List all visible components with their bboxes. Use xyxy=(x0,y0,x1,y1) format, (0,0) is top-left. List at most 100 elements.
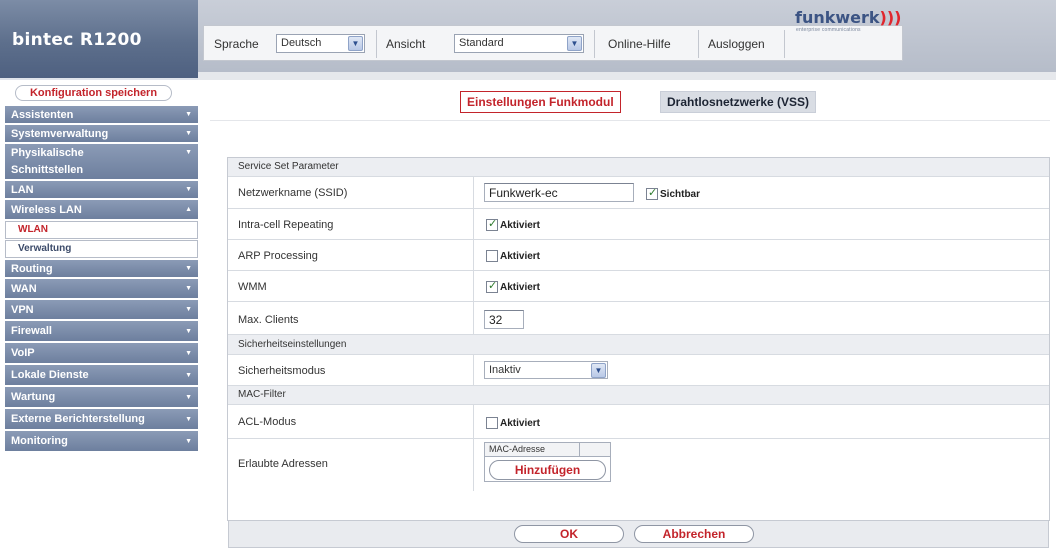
acl-mode-checkbox-label: Aktiviert xyxy=(500,418,541,429)
visible-checkbox-label: Sichtbar xyxy=(660,189,701,200)
section-header-mac: MAC-Filter xyxy=(228,386,1049,405)
view-select[interactable]: Standard ▼ xyxy=(454,34,584,53)
sidebar-item-firewall[interactable]: Firewall ▼ xyxy=(5,321,198,342)
max-clients-input[interactable]: 32 xyxy=(484,310,524,329)
allowed-addresses-label: Erlaubte Adressen xyxy=(238,458,328,470)
add-mac-address-button[interactable]: Hinzufügen xyxy=(489,460,606,480)
sidebar-item-vpn[interactable]: VPN ▼ xyxy=(5,300,198,320)
row-arp: ARP Processing Aktiviert xyxy=(228,240,1049,271)
sidebar-item-lan[interactable]: LAN ▼ xyxy=(5,181,198,199)
logout-link[interactable]: Ausloggen xyxy=(708,37,765,51)
toolbar-separator xyxy=(376,30,377,58)
sidebar-item-label: Routing xyxy=(11,263,53,275)
acl-mode-label: ACL-Modus xyxy=(238,416,297,428)
column-divider xyxy=(473,240,474,270)
row-ssid: Netzwerkname (SSID) Funkwerk-ec Sichtbar xyxy=(228,177,1049,209)
ssid-input[interactable]: Funkwerk-ec xyxy=(484,183,634,202)
sidebar-item-voip[interactable]: VoIP ▼ xyxy=(5,343,198,364)
tab-drahtlosnetzwerke[interactable]: Drahtlosnetzwerke (VSS) xyxy=(660,91,817,113)
sidebar-subitem-verwaltung[interactable]: Verwaltung xyxy=(5,240,198,258)
chevron-down-icon: ▼ xyxy=(185,328,192,335)
chevron-down-icon: ▼ xyxy=(185,285,192,292)
chevron-down-icon: ▼ xyxy=(185,149,192,156)
sidebar-item-label: Firewall xyxy=(11,325,52,337)
column-divider xyxy=(473,355,474,385)
funkwerk-logo: funkwerk))) xyxy=(795,8,901,27)
row-allowed-addresses: Erlaubte Adressen MAC-Adresse Hinzufügen xyxy=(228,439,1049,491)
mac-address-column-spacer xyxy=(580,443,610,457)
max-clients-label: Max. Clients xyxy=(238,314,299,326)
column-divider xyxy=(473,302,474,334)
sidebar-item-label: Lokale Dienste xyxy=(11,369,89,381)
intra-cell-label: Intra-cell Repeating xyxy=(238,219,334,231)
chevron-down-icon: ▼ xyxy=(185,265,192,272)
column-divider xyxy=(473,271,474,301)
intra-cell-checkbox-label: Aktiviert xyxy=(500,220,541,231)
arp-checkbox-label: Aktiviert xyxy=(500,251,541,262)
wmm-checkbox[interactable] xyxy=(486,279,498,293)
mac-address-table: MAC-Adresse Hinzufügen xyxy=(484,442,611,482)
sidebar-item-externe-berichterstellung[interactable]: Externe Berichterstellung ▼ xyxy=(5,409,198,430)
app-title: bintec R1200 xyxy=(12,30,142,50)
sidebar-item-label: Externe Berichterstellung xyxy=(11,413,145,425)
security-mode-select[interactable]: Inaktiv ▼ xyxy=(484,361,608,379)
row-security-mode: Sicherheitsmodus Inaktiv ▼ xyxy=(228,355,1049,386)
sidebar-item-label: Wireless LAN xyxy=(11,204,82,216)
row-max-clients: Max. Clients 32 xyxy=(228,302,1049,335)
column-divider xyxy=(473,439,474,491)
online-help-link[interactable]: Online-Hilfe xyxy=(608,37,671,51)
chevron-down-icon: ▼ xyxy=(185,350,192,357)
view-label: Ansicht xyxy=(386,37,426,51)
sidebar-item-lokale-dienste[interactable]: Lokale Dienste ▼ xyxy=(5,365,198,386)
chevron-down-icon: ▼ xyxy=(567,36,582,51)
chevron-down-icon: ▼ xyxy=(185,372,192,379)
row-acl-mode: ACL-Modus Aktiviert xyxy=(228,405,1049,439)
language-label: Sprache xyxy=(214,37,259,51)
brand-panel: bintec R1200 xyxy=(0,0,198,78)
sidebar: Konfiguration speichern Assistenten ▼ Sy… xyxy=(0,80,198,550)
header-stripe xyxy=(198,72,1056,80)
chevron-down-icon: ▼ xyxy=(185,130,192,137)
sidebar-item-routing[interactable]: Routing ▼ xyxy=(5,260,198,278)
visible-checkbox[interactable] xyxy=(646,186,658,200)
column-divider xyxy=(473,209,474,239)
arp-checkbox[interactable] xyxy=(486,250,498,262)
row-wmm: WMM Aktiviert xyxy=(228,271,1049,302)
column-divider xyxy=(473,405,474,438)
sidebar-item-label: VoIP xyxy=(11,347,35,359)
wmm-checkbox-label: Aktiviert xyxy=(500,282,541,293)
content-divider xyxy=(210,120,1050,121)
chevron-down-icon: ▼ xyxy=(185,416,192,423)
language-select[interactable]: Deutsch ▼ xyxy=(276,34,365,53)
sidebar-item-assistenten[interactable]: Assistenten ▼ xyxy=(5,106,198,124)
toolbar-separator xyxy=(784,30,785,58)
cancel-button[interactable]: Abbrechen xyxy=(634,525,754,543)
form-footer: OK Abbrechen xyxy=(228,521,1049,548)
mac-address-column-header: MAC-Adresse xyxy=(485,443,580,457)
sidebar-subitem-wlan[interactable]: WLAN xyxy=(5,221,198,239)
sidebar-item-wan[interactable]: WAN ▼ xyxy=(5,279,198,299)
row-intra-cell: Intra-cell Repeating Aktiviert xyxy=(228,209,1049,240)
sidebar-item-systemverwaltung[interactable]: Systemverwaltung ▼ xyxy=(5,125,198,143)
sidebar-item-label: Systemverwaltung xyxy=(11,128,109,140)
sidebar-item-label: LAN xyxy=(11,184,34,196)
sidebar-item-wireless-lan[interactable]: Wireless LAN ▲ xyxy=(5,200,198,220)
wlan-settings-form: Service Set Parameter Netzwerkname (SSID… xyxy=(227,157,1050,521)
security-mode-label: Sicherheitsmodus xyxy=(238,365,326,377)
section-header-service: Service Set Parameter xyxy=(228,158,1049,177)
intra-cell-checkbox[interactable] xyxy=(486,217,498,231)
acl-mode-checkbox[interactable] xyxy=(486,417,498,429)
security-mode-value: Inaktiv xyxy=(489,364,521,376)
save-configuration-button[interactable]: Konfiguration speichern xyxy=(15,85,172,101)
sidebar-item-label: Assistenten xyxy=(11,109,74,121)
sidebar-item-label: Wartung xyxy=(11,391,56,403)
chevron-down-icon: ▼ xyxy=(348,36,363,51)
sidebar-item-monitoring[interactable]: Monitoring ▼ xyxy=(5,431,198,452)
sidebar-item-physikalische-schnittstellen[interactable]: Physikalische Schnittstellen ▼ xyxy=(5,144,198,180)
ok-button[interactable]: OK xyxy=(514,525,624,543)
sidebar-item-label: VPN xyxy=(11,304,34,316)
sidebar-item-wartung[interactable]: Wartung ▼ xyxy=(5,387,198,408)
tab-einstellungen-funkmodul[interactable]: Einstellungen Funkmodul xyxy=(460,91,621,113)
section-header-security: Sicherheitseinstellungen xyxy=(228,335,1049,355)
chevron-down-icon: ▼ xyxy=(185,394,192,401)
